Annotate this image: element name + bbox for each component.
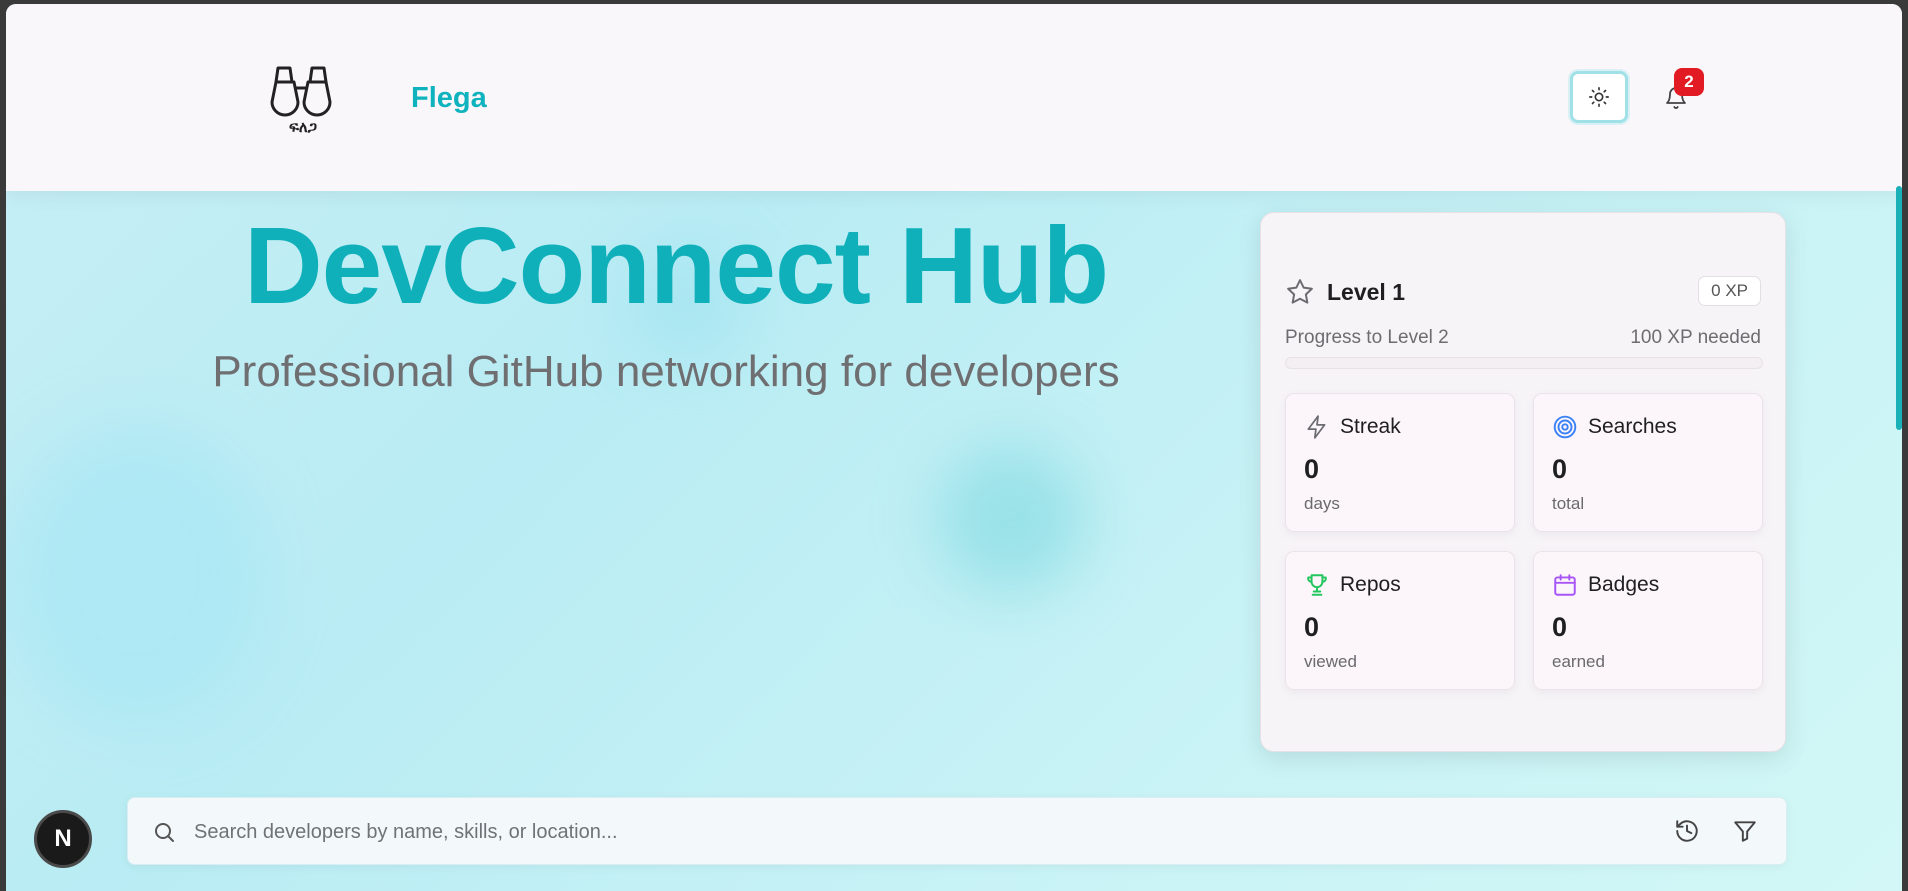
search-input[interactable] [194,812,1574,852]
theme-toggle-button[interactable] [1570,71,1628,123]
stat-card-badges: Badges 0 earned [1533,551,1763,690]
xp-badge: 0 XP [1698,276,1761,306]
stat-value: 0 [1304,454,1320,484]
sun-icon [1589,87,1609,107]
progress-panel: Level 1 0 XP Progress to Level 2 100 XP … [1260,212,1786,752]
stat-label: Searches [1588,415,1677,438]
trophy-icon [1307,574,1327,596]
nextjs-dev-indicator-button[interactable]: N [34,810,92,868]
stat-card-repos: Repos 0 viewed [1285,551,1515,690]
stat-value: 0 [1304,612,1320,642]
stat-card-streak: Streak 0 days [1285,393,1515,532]
notification-count-badge: 2 [1674,68,1704,96]
stat-value: 0 [1552,612,1568,642]
brand-name[interactable]: Flega [411,82,487,115]
stat-unit: viewed [1304,652,1357,671]
history-icon [1676,820,1698,842]
stat-label: Streak [1340,415,1401,438]
top-header: ፍለጋ Flega 2 [6,4,1902,191]
logo-text: ፍለጋ [289,118,317,136]
search-icon [152,820,176,849]
progress-label: Progress to Level 2 [1285,327,1449,348]
target-icon [1553,415,1577,439]
level-title: Level 1 [1327,278,1405,305]
stat-unit: earned [1552,652,1605,671]
stat-unit: days [1304,494,1340,513]
calendar-icon [1554,574,1576,596]
level-progress-bar [1285,357,1763,369]
page-scrollbar[interactable] [1896,186,1902,430]
app-window: ፍለጋ Flega 2 DevConnect Hub Professional … [6,4,1902,891]
stat-card-searches: Searches 0 total [1533,393,1763,532]
stat-unit: total [1552,494,1585,513]
stat-value: 0 [1552,454,1568,484]
hero-subtitle: Professional GitHub networking for devel… [212,347,1120,396]
stat-label: Repos [1340,573,1401,596]
lightning-icon [1307,415,1326,439]
level-row: Level 1 [1285,277,1405,307]
binoculars-icon [270,66,332,117]
hero-title: DevConnect Hub [243,205,1109,327]
search-history-button[interactable] [1674,818,1702,846]
developer-search-bar [127,797,1787,865]
filter-icon [1734,821,1756,842]
filter-button[interactable] [1732,818,1760,846]
binoculars-logo[interactable]: ፍለጋ [268,62,338,144]
stat-label: Badges [1588,573,1660,596]
xp-needed-label: 100 XP needed [1630,327,1761,348]
star-icon [1287,279,1313,304]
